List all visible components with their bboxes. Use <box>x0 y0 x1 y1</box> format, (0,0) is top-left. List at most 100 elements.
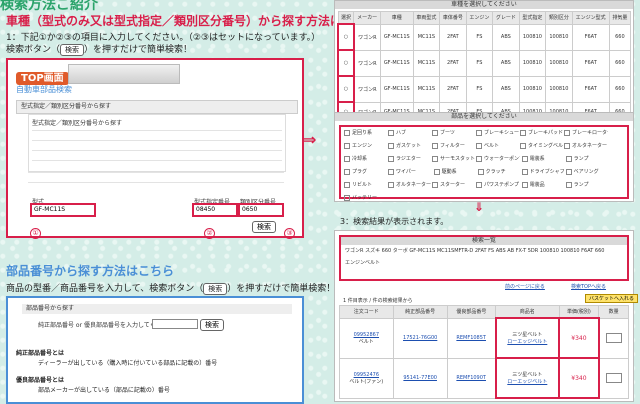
col-model: 車両型式 <box>412 11 441 25</box>
product-link[interactable]: ローエッジベルト <box>499 378 556 385</box>
part-checkbox[interactable]: 足回り系 <box>344 129 388 138</box>
type-number-input[interactable]: 08450 <box>192 203 238 217</box>
cell: GF-MC11S <box>379 49 414 77</box>
col-maker: メーカー <box>353 11 381 25</box>
oem-cell: 17521-76G00 <box>392 317 448 359</box>
cell: ABS <box>492 49 520 77</box>
part-checkbox[interactable]: 電装品 <box>522 181 566 190</box>
select-radio[interactable]: ○ <box>337 75 355 103</box>
part-checkbox[interactable]: フィルター <box>432 142 476 151</box>
product-link[interactable]: ローエッジベルト <box>499 338 556 345</box>
part-checkbox[interactable]: プラグ <box>344 168 388 177</box>
step-text-post: ）を押すだけで簡単検索！ <box>84 45 193 55</box>
product-name-cell: 三ツ星ベルト ローエッジベルト <box>494 357 561 399</box>
results-title: 検索一覧 <box>341 237 627 245</box>
cell: FS <box>465 49 494 77</box>
part-checkbox[interactable]: クラッチ <box>478 168 522 177</box>
part-checkbox[interactable]: パワステポンプ <box>476 181 520 190</box>
part-checkbox[interactable]: ベアリング <box>566 168 610 177</box>
part-checkbox[interactable]: ハブ <box>388 129 432 138</box>
vehicle-summary: ワゴンR スズキ 660 ターボ GF-MC11S MC11SMFTR-D 2F… <box>345 248 605 254</box>
oem-link[interactable]: 95141-77E00 <box>403 375 437 381</box>
part-form-heading: 部品番号から探す <box>22 304 292 314</box>
part-checkbox[interactable]: オルタネーター <box>564 142 608 151</box>
part-checkbox[interactable]: エンジン <box>344 142 388 151</box>
add-to-basket-button[interactable]: バスケットへ入れる <box>585 294 639 303</box>
cell: ワゴンR <box>353 23 381 51</box>
select-radio[interactable]: ○ <box>337 49 355 77</box>
part-checkbox[interactable]: ブレーキパッド <box>520 129 564 138</box>
part-checkbox[interactable]: リビルト <box>344 181 388 190</box>
part-checkbox[interactable]: ワイパー <box>388 168 432 177</box>
alt-cell: REMF1085T <box>446 317 497 359</box>
col-grade: グレード <box>492 11 520 25</box>
qty-input[interactable] <box>605 373 622 383</box>
part-number-input[interactable] <box>152 319 198 329</box>
form-heading: 型式指定／類別区分番号から探す <box>16 100 298 114</box>
part-checkbox[interactable]: サーモスタット <box>432 155 476 164</box>
form-table-lines <box>28 172 284 192</box>
part-checkbox[interactable]: ブレーキローター <box>564 129 608 138</box>
part-checkbox[interactable]: ブーツ <box>432 129 476 138</box>
part-checkbox[interactable]: 駆動系 <box>434 168 478 177</box>
cell: 660 <box>608 75 632 103</box>
col-engine-model: エンジン型式 <box>571 11 610 25</box>
order-code-sub: ベルト <box>358 338 374 345</box>
results-table-header: 注文コード 純正部品番号 優良部品番号 商品名 単価(税別) 数量 <box>339 305 629 319</box>
part-checkbox[interactable]: 電装系 <box>522 155 566 164</box>
form-description: 型式指定／類別区分番号から探す <box>28 114 286 172</box>
part-checkbox[interactable]: 冷却系 <box>344 155 388 164</box>
step-text-pre: 検索ボタン（ <box>6 45 61 55</box>
part-checkbox[interactable]: バッテリー <box>344 194 388 203</box>
part-checkbox[interactable]: ドライブシャフト <box>522 168 566 177</box>
qty-input[interactable] <box>605 333 622 343</box>
section2-step1: 商品の型番／商品番号を入力して、検索ボタン（ 検索 ）を押すだけで簡単検索！ <box>6 281 335 295</box>
part-search-button[interactable]: 検索 <box>200 319 224 331</box>
cell: 2FAT <box>439 75 467 103</box>
alt-link[interactable]: REMF1090T <box>456 375 486 381</box>
oem-link[interactable]: 17521-76G00 <box>403 335 437 341</box>
form-sub: 型式指定／類別区分番号から探す <box>32 120 123 127</box>
section2-title: 部品番号から探す方法はこちら <box>6 264 175 278</box>
col-type: 型式指定 <box>518 11 547 25</box>
part-checkbox[interactable]: ラジエター <box>388 155 432 164</box>
back-link[interactable]: 前のページに戻る <box>505 283 545 290</box>
parts-checkbox-grid: 足回り系ハブブーツブレーキシューブレーキパッドブレーキローター エンジンガスケッ… <box>341 127 627 209</box>
part-checkbox[interactable]: ガスケット <box>388 142 432 151</box>
vehicle-table: 選択 メーカー 車種 車両型式 車体番号 エンジン グレード 型式指定 類別区分… <box>337 11 632 123</box>
top-link[interactable]: 検索TOPへ戻る <box>571 283 606 290</box>
part-checkbox[interactable]: ブレーキシュー <box>476 129 520 138</box>
part-checkbox[interactable]: タイミングベルト <box>520 142 564 151</box>
vehicle-select-title: 車種を選択してください <box>335 1 633 9</box>
part-checkbox[interactable]: ランプ <box>566 155 610 164</box>
part-checkbox[interactable]: ウォーターポンプ <box>476 155 520 164</box>
order-code-cell: 09952476 ベルト(ファン) <box>339 357 394 399</box>
arrow-right-icon: ⇒ <box>303 130 317 149</box>
result-count: 1 件目表示 / 件の検索結果から <box>343 298 413 304</box>
sample-search-button[interactable]: 検索 <box>252 221 276 233</box>
part-checkbox[interactable]: スターター <box>432 181 476 190</box>
note1-title: 純正部品番号とは <box>16 350 65 357</box>
price-cell: ¥340 <box>558 317 600 359</box>
alt-link[interactable]: REMF1085T <box>456 335 486 341</box>
vehicle-row[interactable]: ○ ワゴンR GF-MC11S MC11S 2FAT FS ABS 100810… <box>337 75 632 103</box>
price-cell: ¥340 <box>558 357 600 399</box>
col-qty: 数量 <box>598 305 629 319</box>
cell: FS <box>465 23 494 51</box>
col-body: 車体番号 <box>439 11 467 25</box>
model-input[interactable]: GF-MC11S <box>30 203 96 217</box>
qty-cell <box>598 357 629 399</box>
cell: 660 <box>608 23 632 51</box>
vehicle-row[interactable]: ○ ワゴンR GF-MC11S MC11S 2FAT FS ABS 100810… <box>337 49 632 77</box>
cell: ワゴンR <box>353 49 381 77</box>
vehicle-row[interactable]: ○ ワゴンR GF-MC11S MC11S 2FAT FS ABS 100810… <box>337 23 632 51</box>
part-checkbox[interactable]: オルタネーター <box>388 181 432 190</box>
class-number-input[interactable]: 0650 <box>238 203 284 217</box>
part-checkbox[interactable]: ランプ <box>566 181 610 190</box>
select-radio[interactable]: ○ <box>337 23 355 51</box>
note1-body: ディーラーが出している（購入時に付いている部品に記載の）番号 <box>38 360 218 367</box>
price-value: ¥340 <box>571 374 587 382</box>
form-description-lines <box>32 130 282 168</box>
part-checkbox[interactable]: ベルト <box>476 142 520 151</box>
cell: F6AT <box>571 75 610 103</box>
